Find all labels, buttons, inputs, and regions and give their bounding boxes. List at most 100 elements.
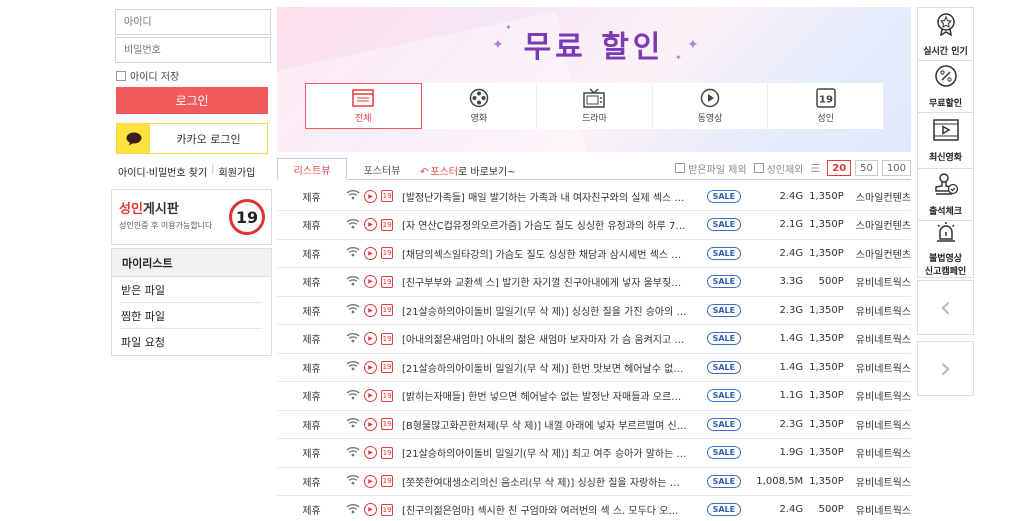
file-size: 1.4G	[756, 353, 810, 382]
adult-board-banner[interactable]: 성인게시판 성인인증 후 이용가능합니다 19	[111, 189, 272, 245]
page-size-50[interactable]: 50	[855, 160, 878, 176]
play-preview-icon[interactable]: ▶	[364, 218, 378, 232]
play-preview-icon[interactable]: ▶	[364, 446, 378, 460]
scroll-up-button[interactable]: ‹	[917, 280, 974, 335]
file-size: 2.3G	[756, 296, 810, 325]
file-title[interactable]: [발정난가족들] 매일 발기하는 가족과 내 여자친구와의 실제 섹스 …	[401, 182, 707, 211]
play-preview-icon[interactable]: ▶	[364, 246, 378, 260]
table-row[interactable]: 제휴 ▶ 19 [B형물많고화끈한처제(무 삭 제)] 내껄 아래에 넣자 부르르떨며…	[277, 410, 911, 439]
quick-latest-movie[interactable]: 최신영화	[917, 112, 974, 168]
table-row[interactable]: 제휴 ▶ 19 [채담의섹스일타강의] 가슴도 질도 싱싱한 채담과 삼시세번 섹스 …	[277, 239, 911, 268]
sale-cell: SALE	[706, 438, 757, 468]
play-preview-icon[interactable]: ▶	[364, 417, 378, 431]
file-icons: ▶ 19	[346, 182, 402, 211]
partner-type: 제휴	[277, 267, 347, 297]
file-title[interactable]: [친구부부와 교환섹 스] 발기한 자기껄 친구아내에게 넣자 울부짖…	[401, 267, 707, 297]
file-title[interactable]: [21살승하의아이돌비 밀일기(무 삭 제)] 싱싱한 질을 가진 승아의 …	[401, 296, 707, 325]
category-tab-movie[interactable]: 영화	[422, 83, 538, 129]
file-title[interactable]: [자 연산C컵유정의오르가즘] 가슴도 질도 싱싱한 유정과의 하루 7…	[401, 210, 707, 240]
table-row[interactable]: 제휴 ▶ 19 [자 연산C컵유정의오르가즘] 가슴도 질도 싱싱한 유정과의 하루 …	[277, 210, 911, 240]
partner-type: 제휴	[277, 467, 347, 496]
sale-cell: SALE	[706, 324, 757, 354]
page-size-20[interactable]: 20	[827, 160, 852, 176]
adult-19-icon: 19	[381, 389, 394, 402]
file-title[interactable]: [아내의젊은새엄마] 아내의 젊은 새엄마 보자마자 가 슴 움켜지고 …	[401, 324, 707, 354]
play-preview-icon[interactable]: ▶	[364, 389, 378, 403]
kakao-login-button[interactable]: 카카오 로그인	[116, 123, 268, 154]
table-row[interactable]: 제휴 ▶ 19 [21살승하의아이돌비 밀일기(무 삭 제)] 싱싱한 질을 가진 승…	[277, 296, 911, 325]
account-links: 아이디·비밀번호 찾기 | 회원가입	[118, 164, 272, 179]
remember-checkbox[interactable]	[116, 70, 126, 81]
file-price: 1,350P	[809, 410, 852, 439]
sale-badge: SALE	[706, 218, 742, 232]
quick-free-discount[interactable]: 무료할인	[917, 60, 974, 112]
scroll-down-button[interactable]: ›	[917, 341, 974, 396]
file-price: 1,350P	[809, 296, 852, 325]
adult-board-subtitle: 성인인증 후 이용가능합니다	[119, 221, 213, 230]
chevron-left-icon: ‹	[939, 290, 952, 325]
quick-realtime-popular[interactable]: 실시간 인기	[917, 7, 974, 60]
file-title[interactable]: [채담의섹스일타강의] 가슴도 질도 싱싱한 채담과 삼시세번 섹스 …	[401, 239, 707, 268]
table-row[interactable]: 제휴 ▶ 19 [밝히는자매들] 한번 넣으면 헤어날수 없는 발정난 자매들과 오르…	[277, 381, 911, 411]
category-tab-adult[interactable]: 19 성인	[768, 83, 883, 129]
sale-badge: SALE	[706, 446, 742, 460]
file-size: 2.1G	[756, 210, 810, 240]
divider: |	[211, 164, 215, 175]
play-preview-icon[interactable]: ▶	[364, 474, 378, 488]
table-row[interactable]: 제휴 ▶ 19 [21살승하의아이돌비 밀일기(무 삭 제)] 최고 여주 승아가 말…	[277, 438, 911, 468]
mylist-item-received[interactable]: 받은 파일	[121, 277, 262, 303]
sale-badge: SALE	[706, 360, 742, 374]
table-row[interactable]: 제휴 ▶ 19 [쫏쫏한여대생소리의신 음소리(무 삭 제)] 싱싱한 질을 자랑하는…	[277, 467, 911, 496]
quick-attendance[interactable]: 출석체크	[917, 168, 974, 220]
table-row[interactable]: 제휴 ▶ 19 [아내의젊은새엄마] 아내의 젊은 새엄마 보자마자 가 슴 움켜지고…	[277, 324, 911, 354]
mylist-item-request[interactable]: 파일 요청	[121, 329, 262, 355]
login-button[interactable]: 로그인	[116, 87, 268, 114]
play-preview-icon[interactable]: ▶	[364, 332, 378, 346]
filter-checkbox[interactable]	[675, 163, 686, 173]
file-title[interactable]: [21살승하의아이돌비 밀일기(무 삭 제)] 한번 맛보면 헤어날수 없…	[401, 353, 707, 382]
partner-type: 제휴	[277, 182, 347, 211]
password-input[interactable]	[115, 37, 271, 63]
table-row[interactable]: 제휴 ▶ 19 [친구부부와 교환섹 스] 발기한 자기껄 친구아내에게 넣자 울부짖…	[277, 267, 911, 297]
file-price: 1,350P	[809, 381, 852, 411]
filter-exclude-adult[interactable]: 성인제외	[753, 161, 803, 176]
category-tab-video[interactable]: 동영상	[653, 83, 769, 129]
join-link[interactable]: 회원가입	[219, 164, 256, 179]
curved-arrow-icon: ↶	[420, 167, 429, 178]
tab-list-view[interactable]: 리스트뷰	[277, 158, 347, 180]
sale-cell: SALE	[706, 381, 757, 411]
table-row[interactable]: 제휴 ▶ 19 [친구의젊은엄마] 섹시한 친 구엄마와 여러번의 섹 스. 모두다 …	[277, 495, 911, 521]
sale-badge: SALE	[706, 332, 742, 346]
category-tab-all[interactable]: 전체	[305, 83, 422, 129]
id-input[interactable]	[115, 9, 271, 35]
table-row[interactable]: 제휴 ▶ 19 [발정난가족들] 매일 발기하는 가족과 내 여자친구와의 실제 섹스…	[277, 182, 911, 211]
left-sidebar: 아이디 저장 로그인 카카오 로그인 아이디·비밀번호 찾기 | 회원가입 성인…	[111, 7, 272, 356]
file-icons: ▶ 19	[346, 438, 402, 468]
play-preview-icon[interactable]: ▶	[364, 360, 378, 374]
table-row[interactable]: 제휴 ▶ 19 [21살승하의아이돌비 밀일기(무 삭 제)] 한번 맛보면 헤어날수…	[277, 353, 911, 382]
play-preview-icon[interactable]: ▶	[364, 303, 378, 317]
filter-checkbox[interactable]	[753, 163, 764, 173]
poster-shortcut-hint[interactable]: ↶ 포스터로 바로보기~	[420, 163, 516, 178]
file-title[interactable]: [21살승하의아이돌비 밀일기(무 삭 제)] 최고 여주 승아가 말하는 …	[401, 438, 707, 468]
file-title[interactable]: [밝히는자매들] 한번 넣으면 헤어날수 없는 발정난 자매들과 오르…	[401, 381, 707, 411]
play-preview-icon[interactable]: ▶	[364, 275, 378, 289]
quick-illegal-video-report[interactable]: 불법영상 신고캠페인	[917, 220, 974, 278]
find-id-password-link[interactable]: 아이디·비밀번호 찾기	[118, 164, 207, 179]
wifi-icon	[346, 332, 360, 346]
tab-poster-view[interactable]: 포스터뷰	[347, 158, 417, 180]
play-preview-icon[interactable]: ▶	[364, 189, 378, 203]
page-size-100[interactable]: 100	[881, 160, 911, 176]
remember-id[interactable]: 아이디 저장	[116, 68, 272, 83]
adult-19-icon: 19	[381, 304, 394, 317]
partner-type: 제휴	[277, 210, 347, 240]
play-preview-icon[interactable]: ▶	[364, 503, 378, 517]
filter-exclude-received[interactable]: 받은파일 제외	[675, 161, 747, 176]
file-icons: ▶ 19	[346, 467, 402, 496]
mylist-item-wishlist[interactable]: 찜한 파일	[121, 303, 262, 329]
wifi-icon	[346, 360, 360, 374]
file-title[interactable]: [쫏쫏한여대생소리의신 음소리(무 삭 제)] 싱싱한 질을 자랑하는 …	[401, 467, 707, 496]
category-tab-drama[interactable]: 드라마	[537, 83, 653, 129]
file-title[interactable]: [B형물많고화끈한처제(무 삭 제)] 내껄 아래에 넣자 부르르떨며 신…	[401, 410, 707, 439]
file-title[interactable]: [친구의젊은엄마] 섹시한 친 구엄마와 여러번의 섹 스. 모두다 오…	[401, 495, 707, 521]
